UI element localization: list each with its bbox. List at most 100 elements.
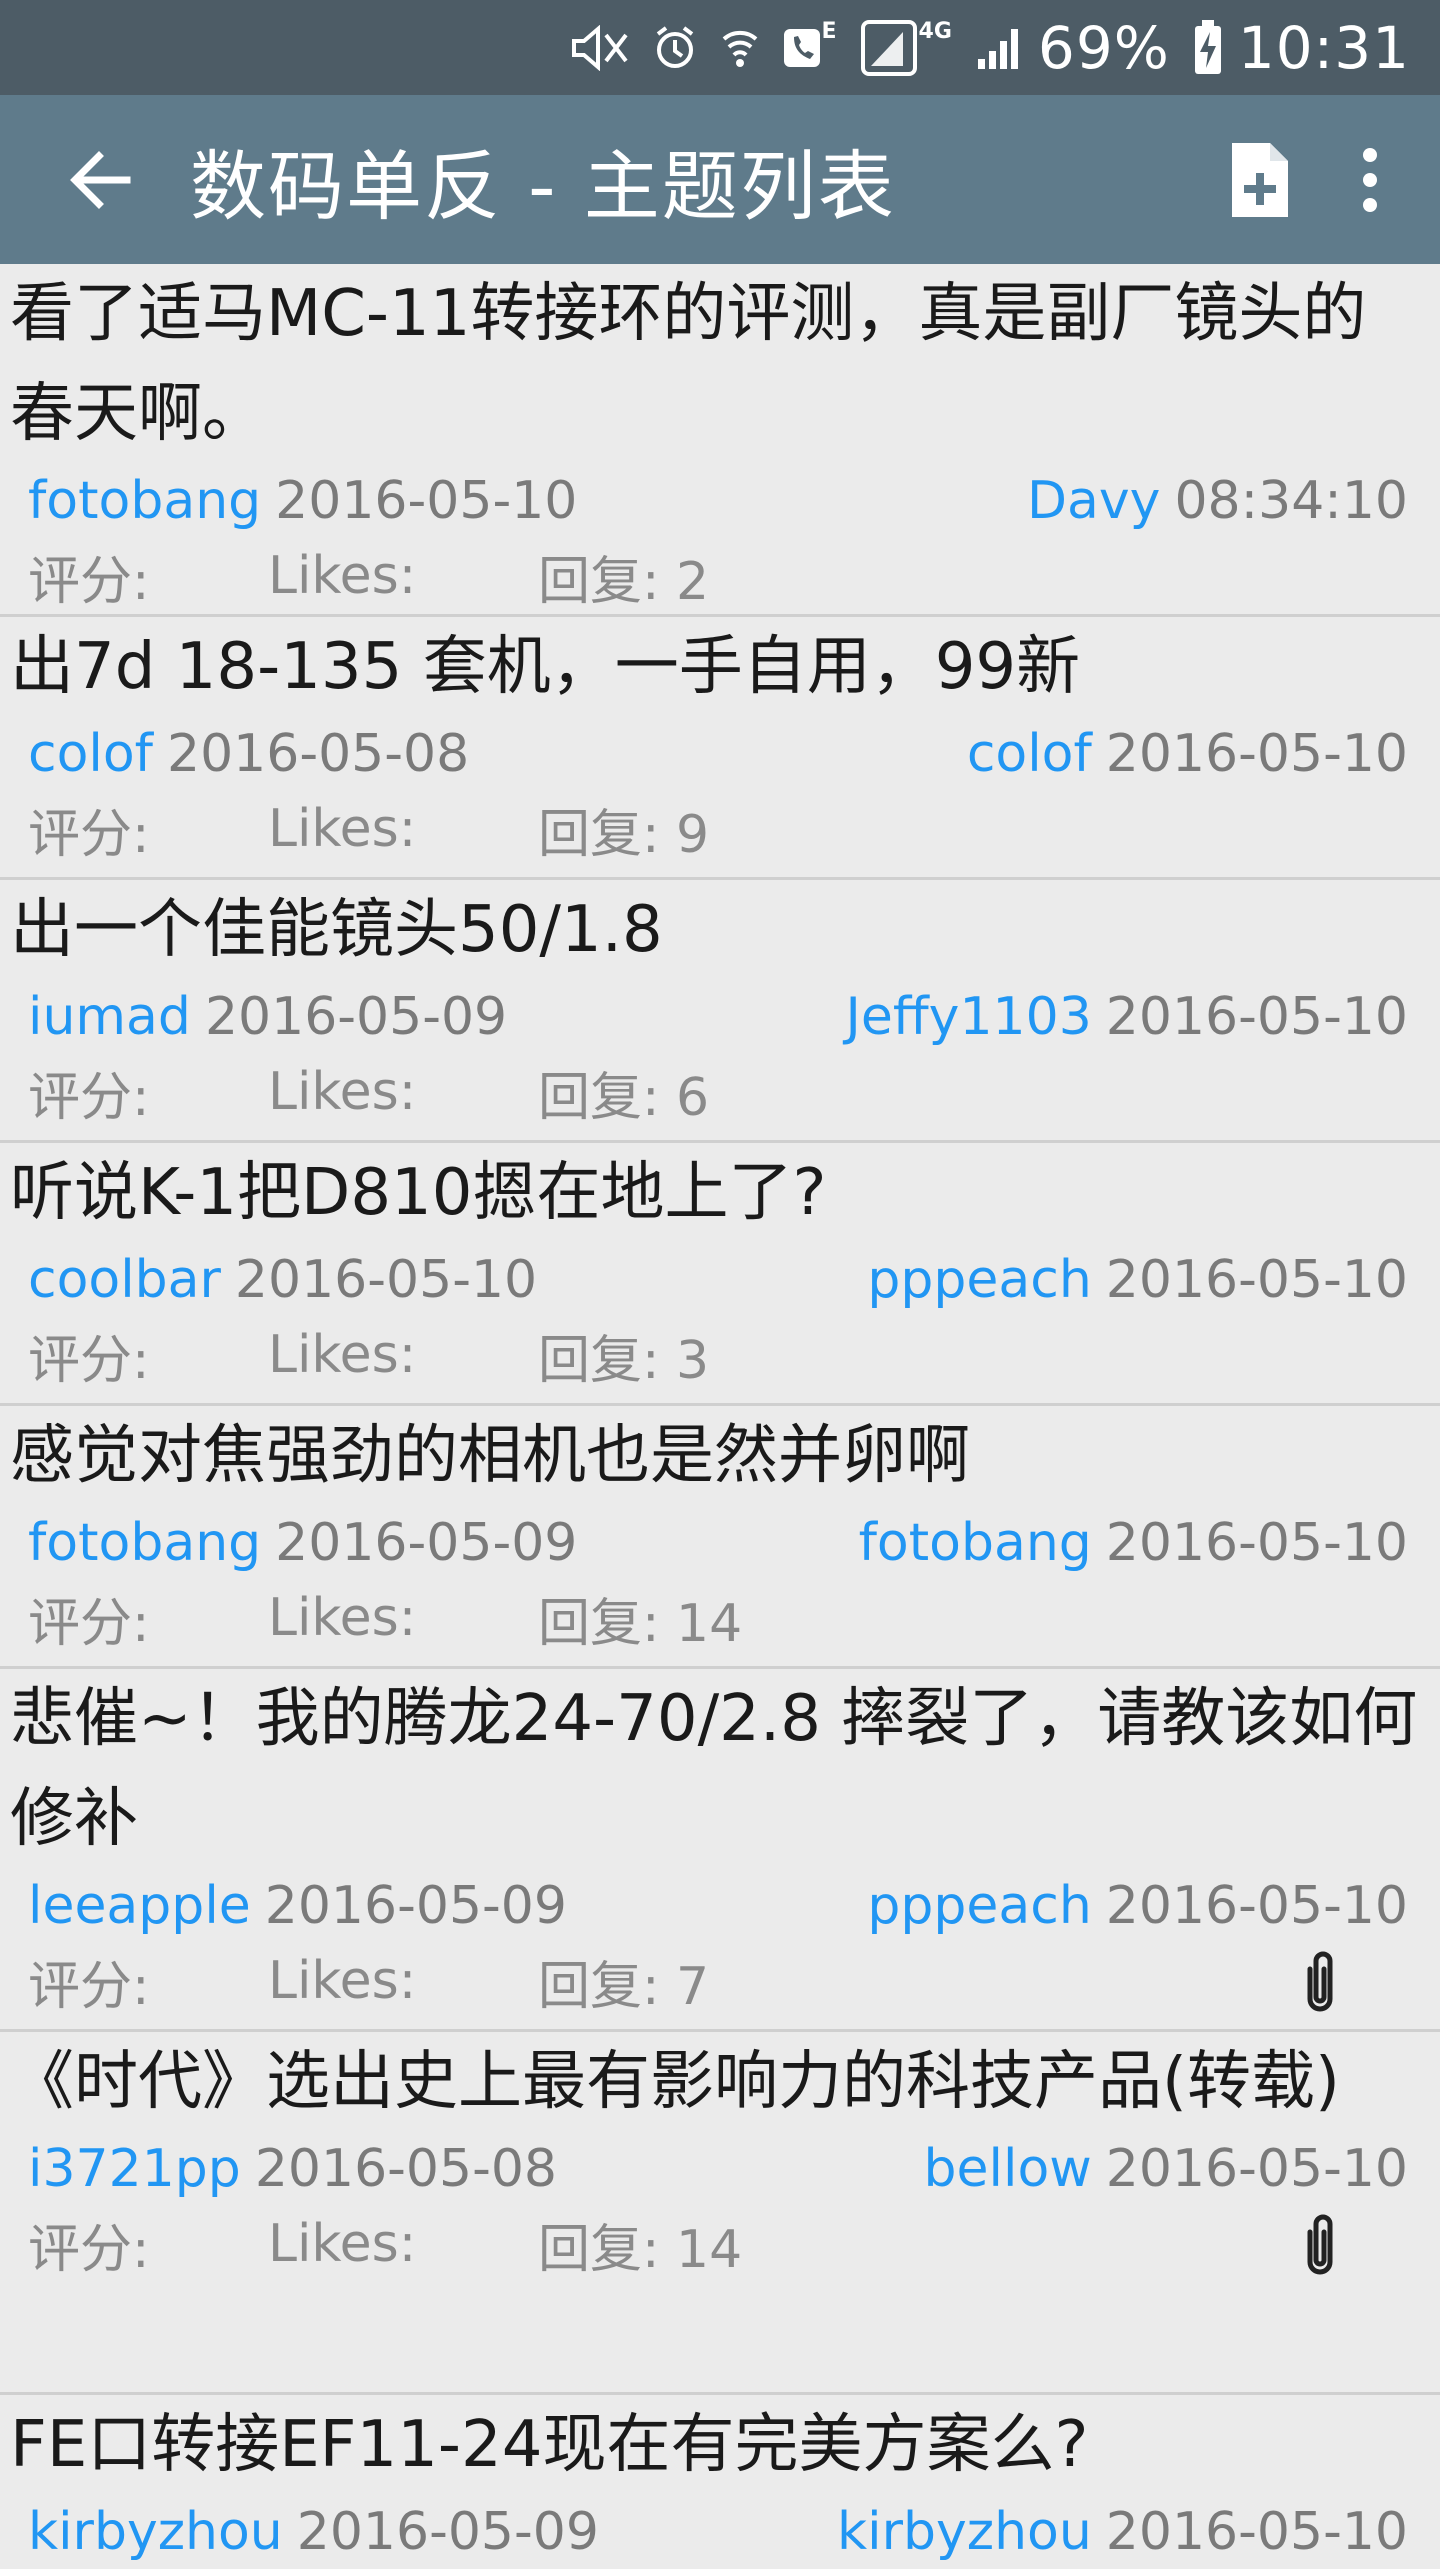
- score-label: 评分:: [28, 1067, 150, 1128]
- topic-item[interactable]: 听说K-1把D810摁在地上了? coolbar 2016-05-10 pppea…: [0, 1143, 1440, 1406]
- last-reply-user-link[interactable]: Jeffy1103: [846, 987, 1092, 1047]
- status-bar: E 4G 69% 10:31: [0, 0, 1440, 95]
- topic-stats: 评分: Likes: 回复: 14: [0, 2206, 1440, 2282]
- author-link[interactable]: fotobang: [28, 1513, 261, 1573]
- more-vert-icon: [1363, 147, 1377, 212]
- topic-title: 《时代》选出史上最有影响力的科技产品(转载): [10, 2045, 1340, 2119]
- overflow-menu-button[interactable]: [1320, 120, 1420, 240]
- author-link[interactable]: leeapple: [28, 1876, 251, 1936]
- page-title: 数码单反 - 主题列表: [190, 141, 896, 231]
- likes-label: Likes:: [268, 1951, 417, 2011]
- topic-stats: 评分: Likes: 回复: 7: [0, 1943, 1440, 2019]
- author-link[interactable]: fotobang: [28, 471, 261, 531]
- score-label: 评分:: [28, 551, 150, 612]
- created-date: 2016-05-10: [234, 1250, 538, 1310]
- clock: 10:31: [1237, 13, 1410, 82]
- likes-label: Likes:: [268, 2214, 417, 2274]
- topic-stats: 评分: Likes: 回复: 9: [0, 791, 1440, 867]
- author-link[interactable]: i3721pp: [28, 2139, 241, 2199]
- likes-label: Likes:: [268, 546, 417, 606]
- back-arrow-icon: [70, 150, 131, 209]
- topic-item[interactable]: 出7d 18-135 套机，一手自用，99新 colof 2016-05-08 c…: [0, 617, 1440, 880]
- topic-title: 出7d 18-135 套机，一手自用，99新: [10, 630, 1081, 704]
- replies-count: 回复: 2: [538, 551, 710, 612]
- likes-label: Likes:: [268, 1062, 417, 1122]
- topic-item[interactable]: FE口转接EF11-24现在有完美方案么? kirbyzhou 2016-05-0…: [0, 2395, 1440, 2562]
- last-reply-time: 2016-05-10: [1105, 1250, 1408, 1310]
- created-date: 2016-05-09: [275, 1513, 578, 1573]
- author-link[interactable]: coolbar: [28, 1250, 221, 1310]
- last-reply-user-link[interactable]: colof: [967, 724, 1092, 784]
- topic-title: 看了适马MC-11转接环的评测，真是副厂镜头的春天啊。: [10, 277, 1367, 451]
- author-link[interactable]: colof: [28, 724, 153, 784]
- likes-label: Likes:: [268, 1325, 417, 1385]
- last-reply-time: 2016-05-10: [1105, 1513, 1408, 1573]
- last-reply-user-link[interactable]: fotobang: [859, 1513, 1092, 1573]
- attachment-icon: [1307, 2214, 1333, 2275]
- created-date: 2016-05-09: [296, 2502, 599, 2562]
- mute-icon: [570, 18, 630, 78]
- score-label: 评分:: [28, 804, 150, 865]
- score-label: 评分:: [28, 2219, 150, 2280]
- network-e-label: E: [821, 19, 837, 44]
- replies-count: 回复: 7: [538, 1956, 710, 2017]
- last-reply-time: 2016-05-10: [1105, 2502, 1408, 2562]
- topic-meta: fotobang 2016-05-09 fotobang 2016-05-10: [0, 1506, 1440, 1580]
- topic-title: 出一个佳能镜头50/1.8: [10, 893, 663, 967]
- score-label: 评分:: [28, 1956, 150, 2017]
- topic-stats: 评分: Likes: 回复: 3: [0, 1317, 1440, 1393]
- topic-item[interactable]: 感觉对焦强劲的相机也是然并卵啊 fotobang 2016-05-09 fotob…: [0, 1406, 1440, 1669]
- last-reply-time: 2016-05-10: [1105, 987, 1408, 1047]
- new-document-icon: [1232, 142, 1288, 217]
- last-reply-time: 2016-05-10: [1105, 2139, 1408, 2199]
- last-reply-user-link[interactable]: pppeach: [867, 1250, 1091, 1310]
- topic-stats: 评分: Likes: 回复: 14: [0, 1580, 1440, 1656]
- created-date: 2016-05-09: [264, 1876, 567, 1936]
- replies-count: 回复: 3: [538, 1330, 710, 1391]
- app-bar: 数码单反 - 主题列表: [0, 95, 1440, 264]
- signal-strength-icon: [974, 18, 1024, 78]
- topic-meta: fotobang 2016-05-10 Davy 08:34:10: [0, 464, 1440, 538]
- topic-title: FE口转接EF11-24现在有完美方案么?: [10, 2408, 1089, 2482]
- replies-count: 回复: 9: [538, 804, 710, 865]
- topic-stats: 评分: Likes: 回复: 2: [0, 538, 1440, 614]
- last-reply-user-link[interactable]: bellow: [924, 2139, 1092, 2199]
- topic-item[interactable]: 悲催~！我的腾龙24-70/2.8 摔裂了，请教该如何修补 leeapple 20…: [0, 1669, 1440, 2032]
- last-reply-user-link[interactable]: pppeach: [867, 1876, 1091, 1936]
- back-button[interactable]: [40, 120, 160, 240]
- topic-list: 看了适马MC-11转接环的评测，真是副厂镜头的春天啊。 fotobang 2016…: [0, 264, 1440, 2562]
- topic-title: 听说K-1把D810摁在地上了?: [10, 1156, 827, 1230]
- author-link[interactable]: iumad: [28, 987, 191, 1047]
- topic-meta: i3721pp 2016-05-08 bellow 2016-05-10: [0, 2132, 1440, 2206]
- network-4g-label: 4G: [918, 19, 952, 44]
- topic-meta: coolbar 2016-05-10 pppeach 2016-05-10: [0, 1243, 1440, 1317]
- last-reply-user-link[interactable]: Davy: [1027, 471, 1160, 531]
- author-link[interactable]: kirbyzhou: [28, 2502, 283, 2562]
- last-reply-user-link[interactable]: kirbyzhou: [837, 2502, 1092, 2562]
- topic-item[interactable]: 出一个佳能镜头50/1.8 iumad 2016-05-09 Jeffy1103 2…: [0, 880, 1440, 1143]
- created-date: 2016-05-10: [275, 471, 578, 531]
- topic-stats: 评分: Likes: 回复: 6: [0, 1054, 1440, 1130]
- topic-item[interactable]: 看了适马MC-11转接环的评测，真是副厂镜头的春天啊。 fotobang 2016…: [0, 264, 1440, 617]
- wifi-calling-icon: [720, 18, 760, 78]
- topic-meta: leeapple 2016-05-09 pppeach 2016-05-10: [0, 1869, 1440, 1943]
- created-date: 2016-05-08: [254, 2139, 558, 2199]
- alarm-icon: [652, 18, 698, 78]
- score-label: 评分:: [28, 1330, 150, 1391]
- likes-label: Likes:: [268, 799, 417, 859]
- replies-count: 回复: 14: [538, 2219, 743, 2280]
- created-date: 2016-05-08: [166, 724, 470, 784]
- replies-count: 回复: 14: [538, 1593, 743, 1654]
- last-reply-time: 08:34:10: [1174, 471, 1408, 531]
- topic-title: 感觉对焦强劲的相机也是然并卵啊: [10, 1419, 970, 1493]
- topic-meta: colof 2016-05-08 colof 2016-05-10: [0, 717, 1440, 791]
- signal-e-icon: [859, 18, 919, 78]
- likes-label: Likes:: [268, 1588, 417, 1648]
- battery-charging-icon: [1192, 18, 1224, 78]
- score-label: 评分:: [28, 1593, 150, 1654]
- new-post-button[interactable]: [1200, 120, 1320, 240]
- topic-meta: kirbyzhou 2016-05-09 kirbyzhou 2016-05-10: [0, 2495, 1440, 2569]
- topic-item[interactable]: 《时代》选出史上最有影响力的科技产品(转载) i3721pp 2016-05-08…: [0, 2032, 1440, 2395]
- phone-icon: [782, 18, 822, 78]
- attachment-icon: [1307, 1951, 1333, 2012]
